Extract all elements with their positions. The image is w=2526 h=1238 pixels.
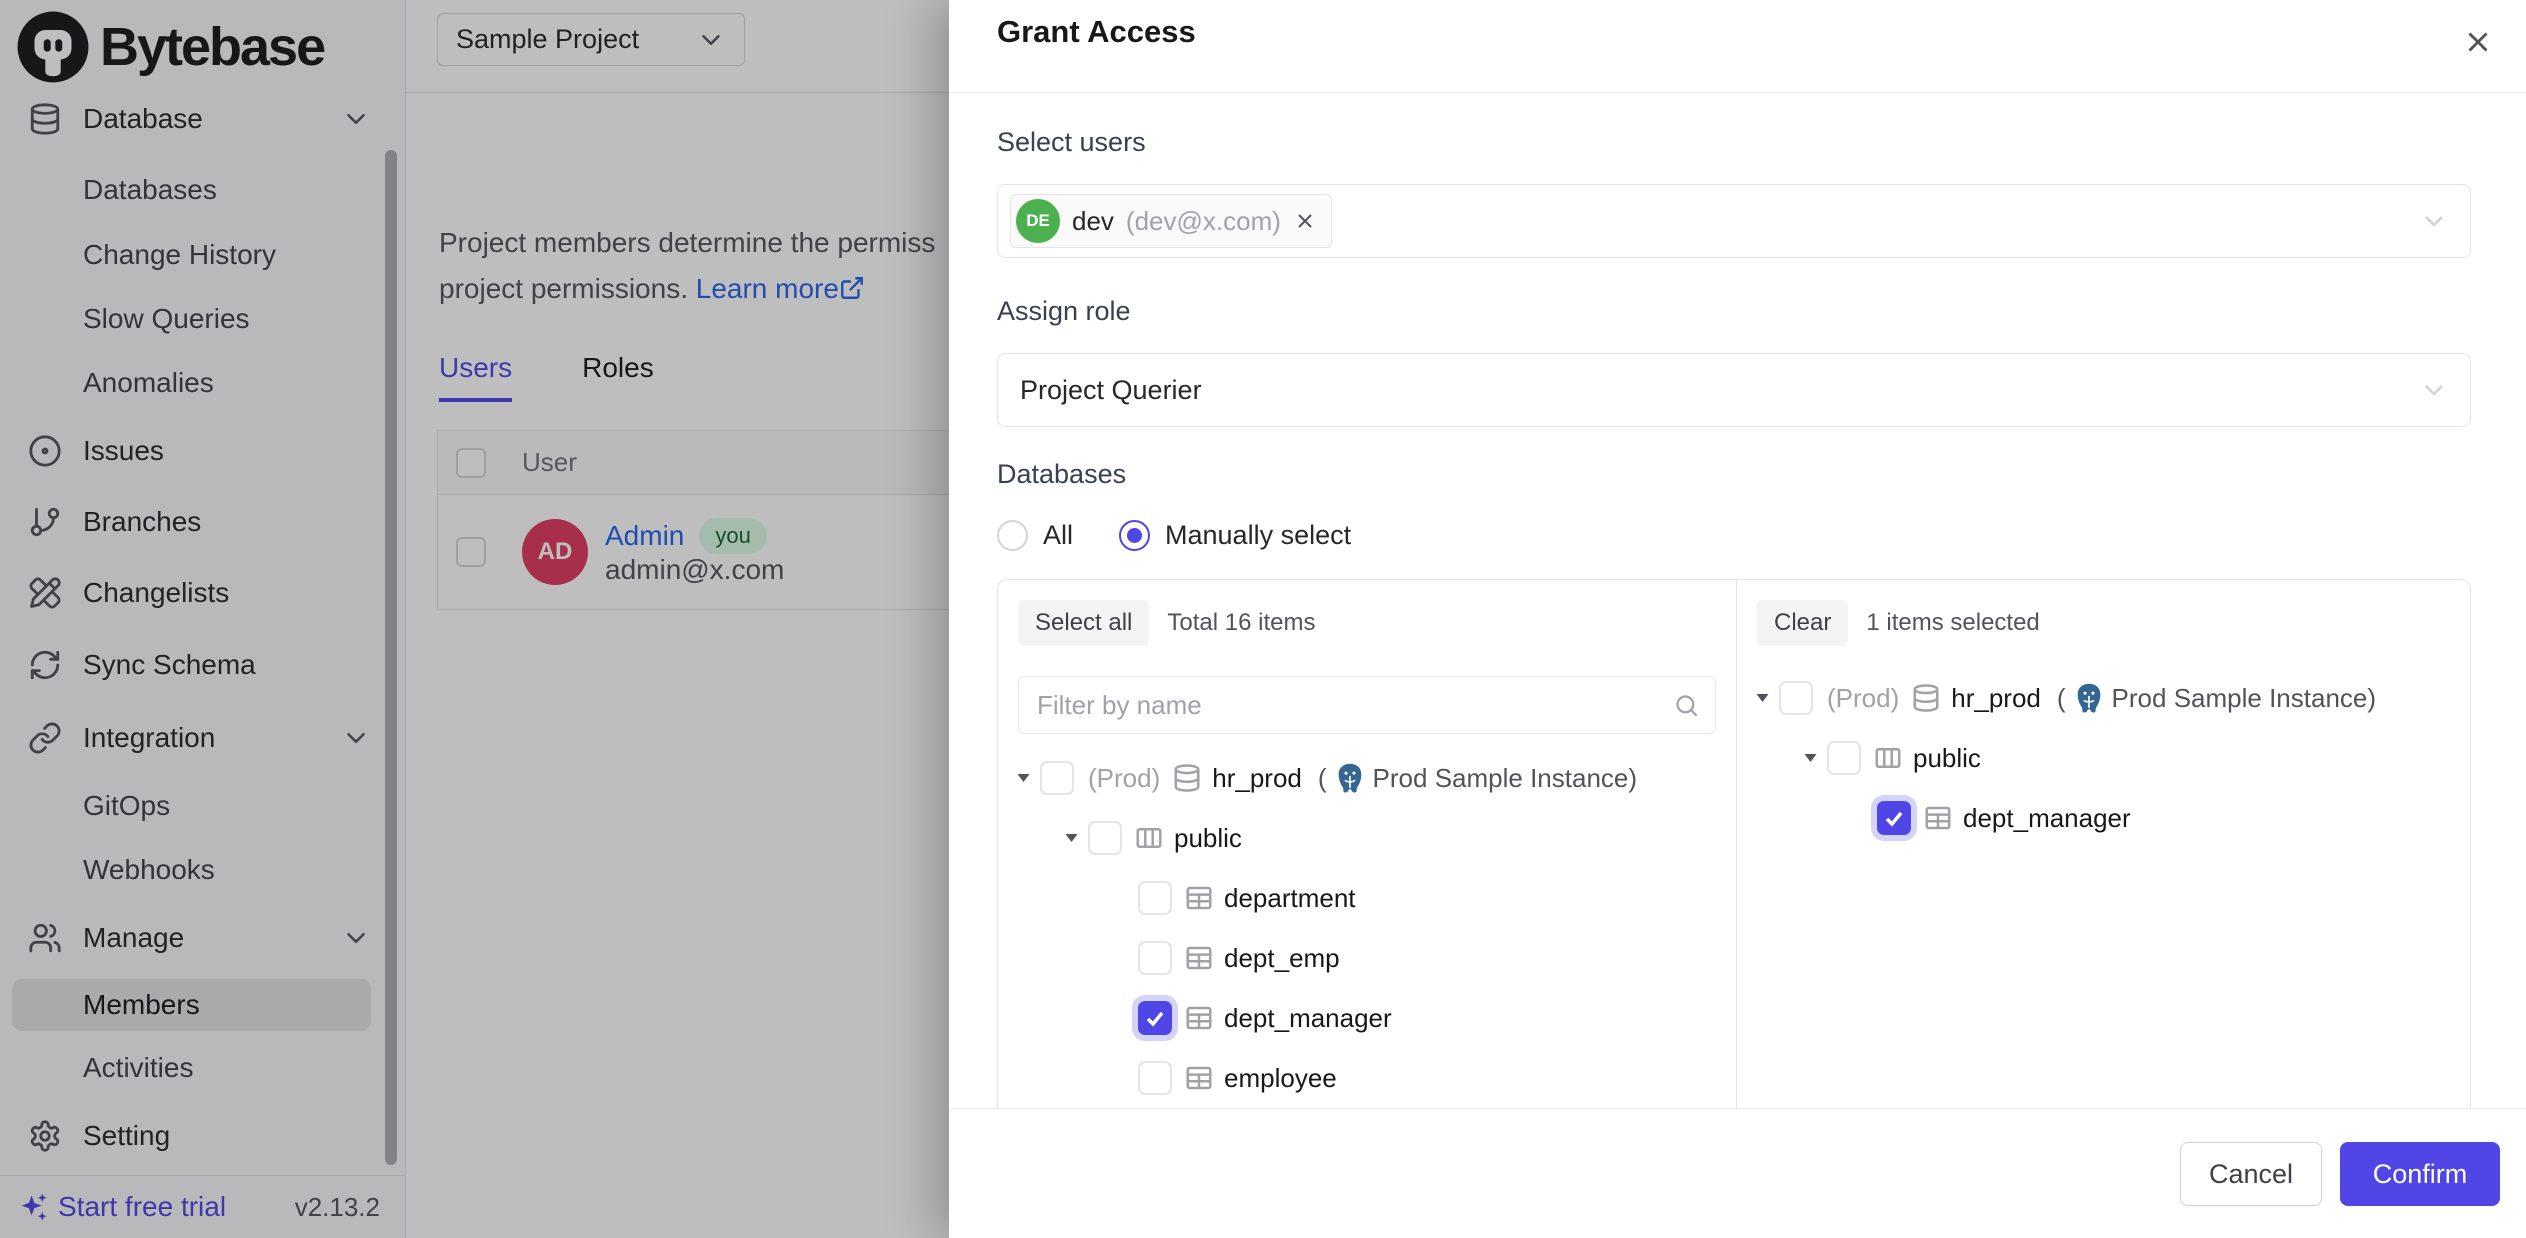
tree-row[interactable]: employee [998,1048,1736,1108]
schema-icon [1134,823,1164,853]
assign-role-select[interactable]: Project Querier [997,353,2471,427]
close-icon [2461,25,2495,59]
close-button[interactable] [2456,20,2500,64]
tree-row[interactable]: public [998,808,1736,868]
modal-header: Grant Access [949,0,2526,93]
caret-down-icon[interactable] [1054,821,1088,855]
selected-tree: (Prod) hr_prod (Prod Sample Instance) pu… [1737,668,2470,848]
select-users-input[interactable]: DE dev (dev@x.com) [997,184,2471,258]
remove-user-icon[interactable] [1293,209,1317,233]
checkbox[interactable] [1779,681,1813,715]
postgresql-icon [2072,681,2106,715]
assign-role-label: Assign role [997,296,2471,327]
modal-backdrop[interactable] [0,0,949,1238]
bytebase-app: Bytebase Database Databases Change Histo… [0,0,2526,1238]
table-icon [1184,943,1214,973]
chip-user-email: (dev@x.com) [1126,206,1281,237]
checkbox[interactable] [1138,1061,1172,1095]
tree-row[interactable]: public [1737,728,2470,788]
postgresql-icon [1333,761,1367,795]
user-chip: DE dev (dev@x.com) [1010,194,1332,248]
checkbox[interactable] [1827,741,1861,775]
tree-row[interactable]: dept_emp [998,928,1736,988]
select-users-label: Select users [997,127,2471,158]
checkbox[interactable] [1138,941,1172,975]
tree-row[interactable]: department [998,868,1736,928]
tree-row[interactable]: (Prod) hr_prod (Prod Sample Instance) [998,748,1736,808]
selected-count: 1 items selected [1866,609,2039,637]
databases-label: Databases [997,459,2471,490]
table-icon [1184,1003,1214,1033]
source-tree: (Prod) hr_prod (Prod Sample Instance) pu… [998,748,1736,1108]
grant-access-modal: Grant Access Select users DE dev (dev@x.… [949,0,2526,1238]
database-icon [1911,683,1941,713]
database-scope-radios: All Manually select [997,520,2471,551]
tree-row[interactable]: dept_manager [1737,788,2470,848]
filter-input[interactable] [1018,676,1716,734]
clear-button[interactable]: Clear [1757,600,1848,646]
database-icon [1172,763,1202,793]
selected-panel: Clear 1 items selected (Prod) hr_prod (P… [1737,580,2470,1108]
checkbox[interactable] [1138,881,1172,915]
radio-manually-select[interactable]: Manually select [1119,520,1351,551]
chevron-down-icon [2418,205,2450,237]
table-icon [1923,803,1953,833]
radio-circle-selected[interactable] [1119,520,1150,551]
cancel-button[interactable]: Cancel [2180,1142,2322,1206]
select-all-button[interactable]: Select all [1018,600,1149,646]
confirm-button[interactable]: Confirm [2340,1142,2500,1206]
chevron-down-icon [2418,374,2450,406]
role-value: Project Querier [1010,375,1202,406]
modal-title: Grant Access [997,14,1196,49]
source-panel: Select all Total 16 items (Prod) [998,580,1737,1108]
database-transfer: Select all Total 16 items (Prod) [997,579,2471,1108]
avatar: DE [1016,199,1060,243]
total-count: Total 16 items [1167,609,1315,637]
modal-body: Select users DE dev (dev@x.com) Assign r… [949,93,2526,1108]
checkbox-checked[interactable] [1138,1001,1172,1035]
table-icon [1184,883,1214,913]
chip-user-name: dev [1072,206,1114,237]
schema-icon [1873,743,1903,773]
radio-circle[interactable] [997,520,1028,551]
tree-row[interactable]: (Prod) hr_prod (Prod Sample Instance) [1737,668,2470,728]
checkbox[interactable] [1040,761,1074,795]
tree-row[interactable]: dept_manager [998,988,1736,1048]
modal-footer: Cancel Confirm [949,1108,2526,1238]
search-icon [1673,692,1700,719]
checkbox[interactable] [1088,821,1122,855]
caret-down-icon[interactable] [1745,681,1779,715]
filter-box [1018,676,1716,734]
caret-down-icon[interactable] [1006,761,1040,795]
checkbox-checked[interactable] [1877,801,1911,835]
table-icon [1184,1063,1214,1093]
caret-down-icon[interactable] [1793,741,1827,775]
radio-all[interactable]: All [997,520,1073,551]
